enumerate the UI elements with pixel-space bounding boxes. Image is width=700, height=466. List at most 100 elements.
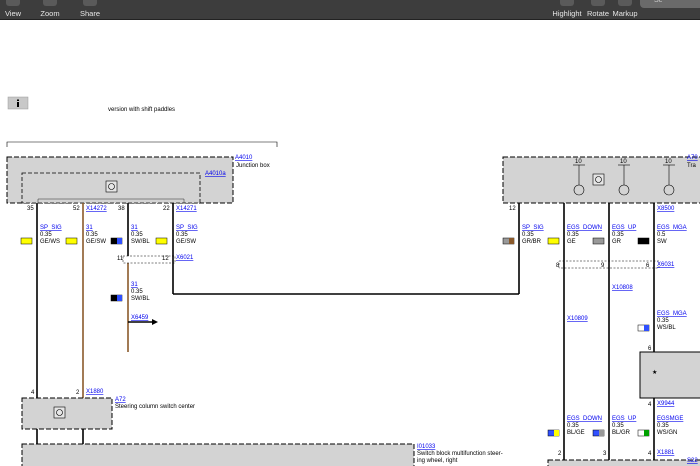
search-input[interactable]: Se [640, 0, 700, 8]
wire-color: GE [567, 239, 576, 245]
wire-color: GE/SW [176, 239, 196, 245]
pin-label: 12 [509, 206, 516, 212]
wire-signal-link[interactable]: 31 [86, 225, 93, 231]
connector-x9944-link[interactable]: X9944 [657, 401, 675, 407]
wire-size: 0.5 [657, 232, 666, 238]
connector-x14271-link[interactable]: X14271 [176, 206, 197, 212]
zoom-button[interactable]: Zoom [30, 0, 70, 19]
wire-color: BL/GE [567, 430, 585, 436]
markup-label: Markup [612, 9, 638, 18]
wiring-diagram: version with shift paddles A4010 A4010a … [6, 96, 700, 466]
color-swatch-icon [592, 237, 605, 245]
pin-label: 3 [603, 451, 607, 457]
wire-signal-link[interactable]: EGS_MGA [657, 225, 687, 231]
wire-signal-link[interactable]: EGS_UP [612, 416, 636, 422]
variant-note: version with shift paddles [108, 107, 175, 113]
pin-label: 2 [558, 451, 562, 457]
share-button[interactable]: Share [76, 0, 104, 19]
arrow-icon [152, 319, 158, 325]
pin-label: 35 [27, 206, 34, 212]
color-swatch-icon [637, 237, 650, 245]
wire-signal-link[interactable]: EGS_DOWN [567, 225, 602, 231]
wire-size: 0.35 [131, 232, 143, 238]
color-swatch-icon [155, 237, 168, 245]
wire-signal-link[interactable]: SP_SIG [176, 225, 198, 231]
markup-button[interactable]: Markup [612, 0, 638, 19]
s22-ref-link[interactable]: S22 [687, 458, 698, 464]
pin-label: 52 [73, 206, 80, 212]
wire-color: WS/BL [657, 325, 676, 331]
a72-ref-link[interactable]: A72 [115, 397, 126, 403]
app-toolbar: View Zoom Share Highlight Rotate Markup … [0, 0, 700, 20]
connector-x6021-link[interactable]: X6021 [176, 255, 194, 261]
zoom-label: Zoom [40, 9, 60, 18]
wire-color: SW/BL [131, 296, 150, 302]
switch-block-i01033 [21, 443, 415, 466]
pin-label: 10 [665, 159, 672, 165]
pin-label: 10 [620, 159, 627, 165]
view-button[interactable]: View [2, 0, 24, 19]
pin-label: 4 [648, 451, 652, 457]
module-symbol-icon [592, 173, 605, 186]
pin-label: 22 [163, 206, 170, 212]
i01033-name-1: Switch block multifunction steer- [417, 451, 503, 457]
rotate-label: Rotate [586, 9, 610, 18]
module-partial [639, 351, 700, 399]
module-symbol-icon: ★ [652, 369, 657, 376]
share-label: Share [79, 9, 100, 18]
sidebar-icon [6, 0, 20, 6]
pin-label: 2 [76, 390, 80, 396]
color-swatch-icon [547, 237, 560, 245]
markup-pen-icon [618, 0, 632, 6]
pin-label: 12 [162, 256, 169, 262]
wire-size: 0.35 [657, 318, 669, 324]
highlighter-icon [560, 0, 574, 6]
wire-color: GE/WS [40, 239, 60, 245]
wire-signal-link[interactable]: 31 [131, 225, 138, 231]
connector-x10809-link[interactable]: X10809 [567, 316, 588, 322]
module-a72 [21, 397, 113, 430]
wire-color: WS/GN [657, 430, 677, 436]
wire-size: 0.35 [131, 289, 143, 295]
rotate-icon [591, 0, 605, 6]
connector-x14272-link[interactable]: X14272 [86, 206, 107, 212]
connector-x6031-link[interactable]: X6031 [657, 262, 675, 268]
wire-signal-link[interactable]: EGSMGE [657, 416, 683, 422]
wire-size: 0.35 [176, 232, 188, 238]
wire-size: 0.35 [567, 232, 579, 238]
pin-label: 4 [31, 390, 35, 396]
wire-color: GR [612, 239, 622, 245]
a4010-ref-link[interactable]: A4010 [235, 155, 253, 161]
view-label: View [4, 9, 22, 18]
wire-signal-link[interactable]: EGS_DOWN [567, 416, 602, 422]
connector-x6459-link[interactable]: X6459 [131, 315, 149, 321]
connector-x10808-link[interactable]: X10808 [612, 285, 633, 291]
connector-x8500-link[interactable]: X8500 [657, 206, 675, 212]
i01033-ref-link[interactable]: I01033 [417, 444, 436, 450]
wire-size: 0.35 [612, 232, 624, 238]
highlight-button[interactable]: Highlight [548, 0, 586, 19]
connector-x1881-link[interactable]: X1881 [657, 450, 675, 456]
wire-color: SW/BL [131, 239, 150, 245]
info-icon[interactable] [7, 96, 29, 110]
wire-color: SW [657, 239, 667, 245]
wire-size: 0.35 [40, 232, 52, 238]
pin-label: 4 [648, 402, 652, 408]
color-swatch-icon [20, 237, 33, 245]
module-symbol-icon [105, 180, 118, 193]
i01033-name-2: ing wheel, right [417, 458, 458, 464]
wire-color: GR/BR [522, 239, 542, 245]
wire-signal-link[interactable]: SP_SIG [40, 225, 62, 231]
wire-signal-link[interactable]: SP_SIG [522, 225, 544, 231]
wire-size: 0.35 [657, 423, 669, 429]
a4010a-ref-link[interactable]: A4010a [205, 171, 226, 177]
module-s22 [547, 459, 700, 466]
highlight-label: Highlight [552, 9, 582, 18]
rotate-button[interactable]: Rotate [586, 0, 610, 19]
wire-signal-link[interactable]: 31 [131, 282, 138, 288]
connector-x1880-link[interactable]: X1880 [86, 389, 104, 395]
a70-ref-link[interactable]: A70 [687, 155, 698, 161]
module-symbol-icon [53, 406, 66, 419]
wire-signal-link[interactable]: EGS_MGA [657, 311, 687, 317]
wire-signal-link[interactable]: EGS_UP [612, 225, 636, 231]
